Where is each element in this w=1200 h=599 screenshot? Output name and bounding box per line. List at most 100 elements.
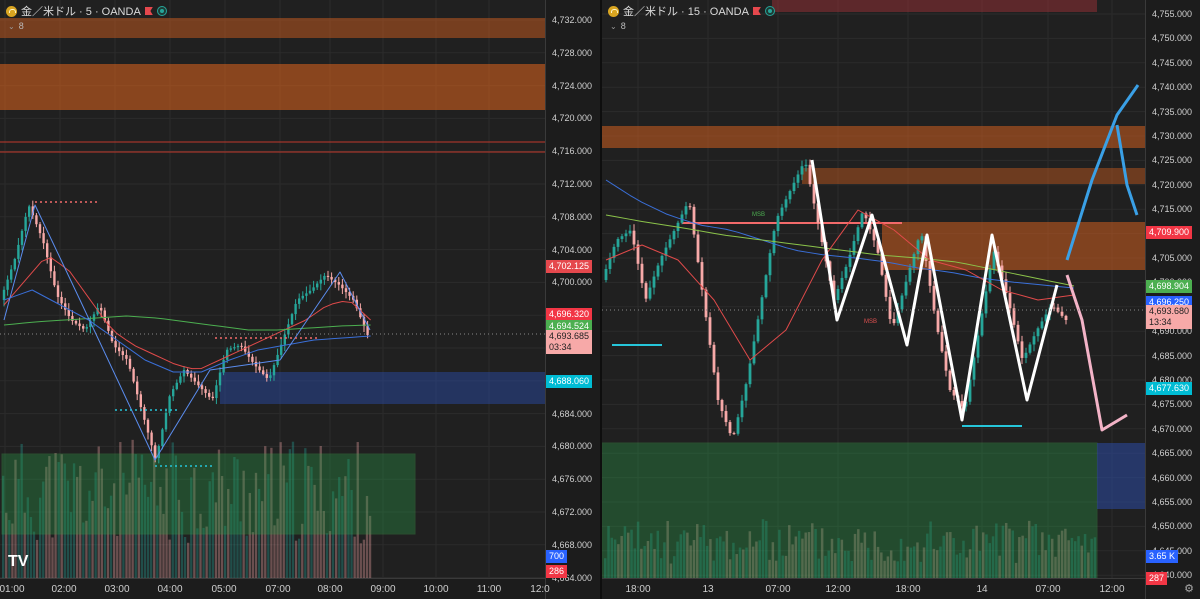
- price-tick-label: 4,735.000: [1152, 106, 1193, 117]
- indicator-toggle[interactable]: ⌄ 8: [8, 21, 24, 31]
- candle-body: [780, 207, 784, 216]
- symbol-title: 金／米ドル · 5 · OANDA: [21, 6, 141, 18]
- volume-bar: [328, 531, 332, 579]
- candle-body: [92, 314, 96, 321]
- candle-body: [1064, 315, 1068, 320]
- market-open-icon: [156, 6, 167, 16]
- candle-body: [936, 310, 940, 333]
- price-tick-label: 4,750.000: [1152, 33, 1193, 44]
- candle-body: [49, 257, 52, 272]
- candle-body: [323, 275, 326, 280]
- chart-pane-left[interactable]: 金／米ドル · 5 · OANDA ⌄ 8 4,732.000 4,728.000…: [0, 0, 600, 599]
- candle-body: [624, 233, 628, 237]
- price-tick-label: 4,745.000: [1152, 57, 1193, 68]
- indicator-count: 8: [18, 21, 24, 31]
- candle-body: [672, 231, 676, 240]
- price-tick-label: 4,724.000: [552, 80, 593, 91]
- candle-body: [179, 376, 182, 383]
- candle-body: [1016, 324, 1020, 342]
- candle-body: [808, 164, 812, 185]
- candle-body: [172, 389, 175, 397]
- candle-body: [684, 206, 688, 215]
- time-tick-label: 02:00: [51, 584, 77, 595]
- candle-body: [193, 377, 196, 382]
- time-tick-label: 18:00: [895, 584, 921, 595]
- candle-body: [1036, 328, 1040, 337]
- candle-body: [312, 287, 315, 291]
- candle-body: [10, 269, 13, 280]
- candle-body: [752, 341, 756, 364]
- candle-body: [218, 372, 222, 386]
- price-tag: 4,693.685 03:34: [546, 330, 593, 354]
- chevron-down-icon: ⌄: [8, 21, 15, 31]
- volume-bar: [32, 531, 36, 579]
- tradingview-logo[interactable]: TV: [8, 553, 28, 571]
- candle-body: [211, 396, 214, 399]
- candle-body: [836, 288, 840, 300]
- candle-body: [2, 289, 6, 300]
- price-tag-value: 4,677.630: [1149, 383, 1190, 393]
- candle-body: [64, 303, 67, 310]
- demand-zone-green: [1, 453, 416, 535]
- candle-body: [229, 348, 232, 350]
- price-tick-label: 4,705.000: [1152, 253, 1193, 263]
- time-axis-left[interactable]: 01:00 02:00 03:00 04:00 05:00 07:00 08:00 09:00…: [0, 578, 550, 599]
- volume-bar: [353, 536, 356, 579]
- candle-body: [948, 370, 952, 390]
- candle-body: [316, 283, 319, 288]
- price-tag-value: 4,693.680: [1149, 306, 1190, 316]
- candle-body: [240, 345, 243, 347]
- price-plot-right[interactable]: MSB MSB: [602, 0, 1145, 579]
- candle-body: [748, 363, 752, 385]
- candle-body: [175, 382, 178, 390]
- candle-body: [136, 381, 139, 395]
- candle-body: [233, 347, 236, 349]
- candle-body: [114, 341, 117, 348]
- candle-body: [298, 298, 301, 304]
- price-tag-value: 700: [549, 551, 565, 561]
- price-plot-left[interactable]: [0, 0, 545, 579]
- price-axis-left[interactable]: 4,732.000 4,728.000 4,724.000 4,720.000 4,71…: [545, 0, 600, 599]
- time-tick-label: 12:00: [1099, 584, 1125, 595]
- zigzag-line: [3, 204, 371, 461]
- candle-body: [164, 412, 168, 430]
- candle-body: [696, 234, 700, 263]
- moving-average-blue: [3, 289, 371, 373]
- time-axis-right[interactable]: 18:00 13 07:00 12:00 18:00 14 07:00 12:00: [602, 578, 1145, 599]
- candle-body: [888, 296, 892, 319]
- time-tick-label: 07:00: [765, 584, 791, 595]
- price-tag-value: 4,688.060: [549, 376, 590, 386]
- symbol-title: 金／米ドル · 15 · OANDA: [623, 6, 749, 18]
- settings-gear-icon[interactable]: ⚙: [1184, 582, 1194, 595]
- price-tick-label: 4,704.000: [552, 244, 593, 255]
- price-tag-value: 4,698.904: [1149, 281, 1190, 291]
- volume-bar: [168, 539, 171, 579]
- volume-bar: [35, 539, 39, 579]
- candle-body: [1028, 344, 1032, 353]
- candle-body: [844, 266, 848, 278]
- candle-body: [652, 276, 656, 288]
- symbol-legend-left[interactable]: 金／米ドル · 5 · OANDA: [6, 3, 167, 19]
- price-tick-label: 4,712.000: [552, 179, 593, 189]
- candle-body: [784, 199, 788, 208]
- chart-pane-right[interactable]: MSB MSB 金／米ドル · 15 · OANDA ⌄ 8 4,755.000 4…: [602, 0, 1200, 599]
- candle-body: [272, 365, 276, 376]
- candle-body: [337, 282, 340, 285]
- price-tag-value: 4,702.125: [549, 261, 590, 271]
- candle-body: [200, 385, 204, 390]
- candle-body: [744, 384, 748, 401]
- price-axis-right[interactable]: 4,755.000 4,750.000 4,745.000 4,740.000 4,73…: [1145, 0, 1200, 599]
- price-tick-label: 4,700.000: [552, 277, 593, 288]
- candle-body: [265, 374, 268, 378]
- time-tick-label: 07:00: [265, 584, 291, 595]
- indicator-toggle[interactable]: ⌄ 8: [610, 21, 626, 31]
- candle-body: [716, 372, 720, 400]
- candle-body: [724, 411, 728, 423]
- candle-body: [100, 307, 103, 311]
- time-tick-label: 11:00: [476, 584, 502, 595]
- demand-zone-blue: [220, 372, 545, 404]
- symbol-legend-right[interactable]: 金／米ドル · 15 · OANDA: [608, 3, 775, 19]
- time-tick-label: 08:00: [317, 584, 343, 595]
- bar-countdown: 13:34: [1149, 317, 1172, 327]
- candle-body: [848, 254, 852, 267]
